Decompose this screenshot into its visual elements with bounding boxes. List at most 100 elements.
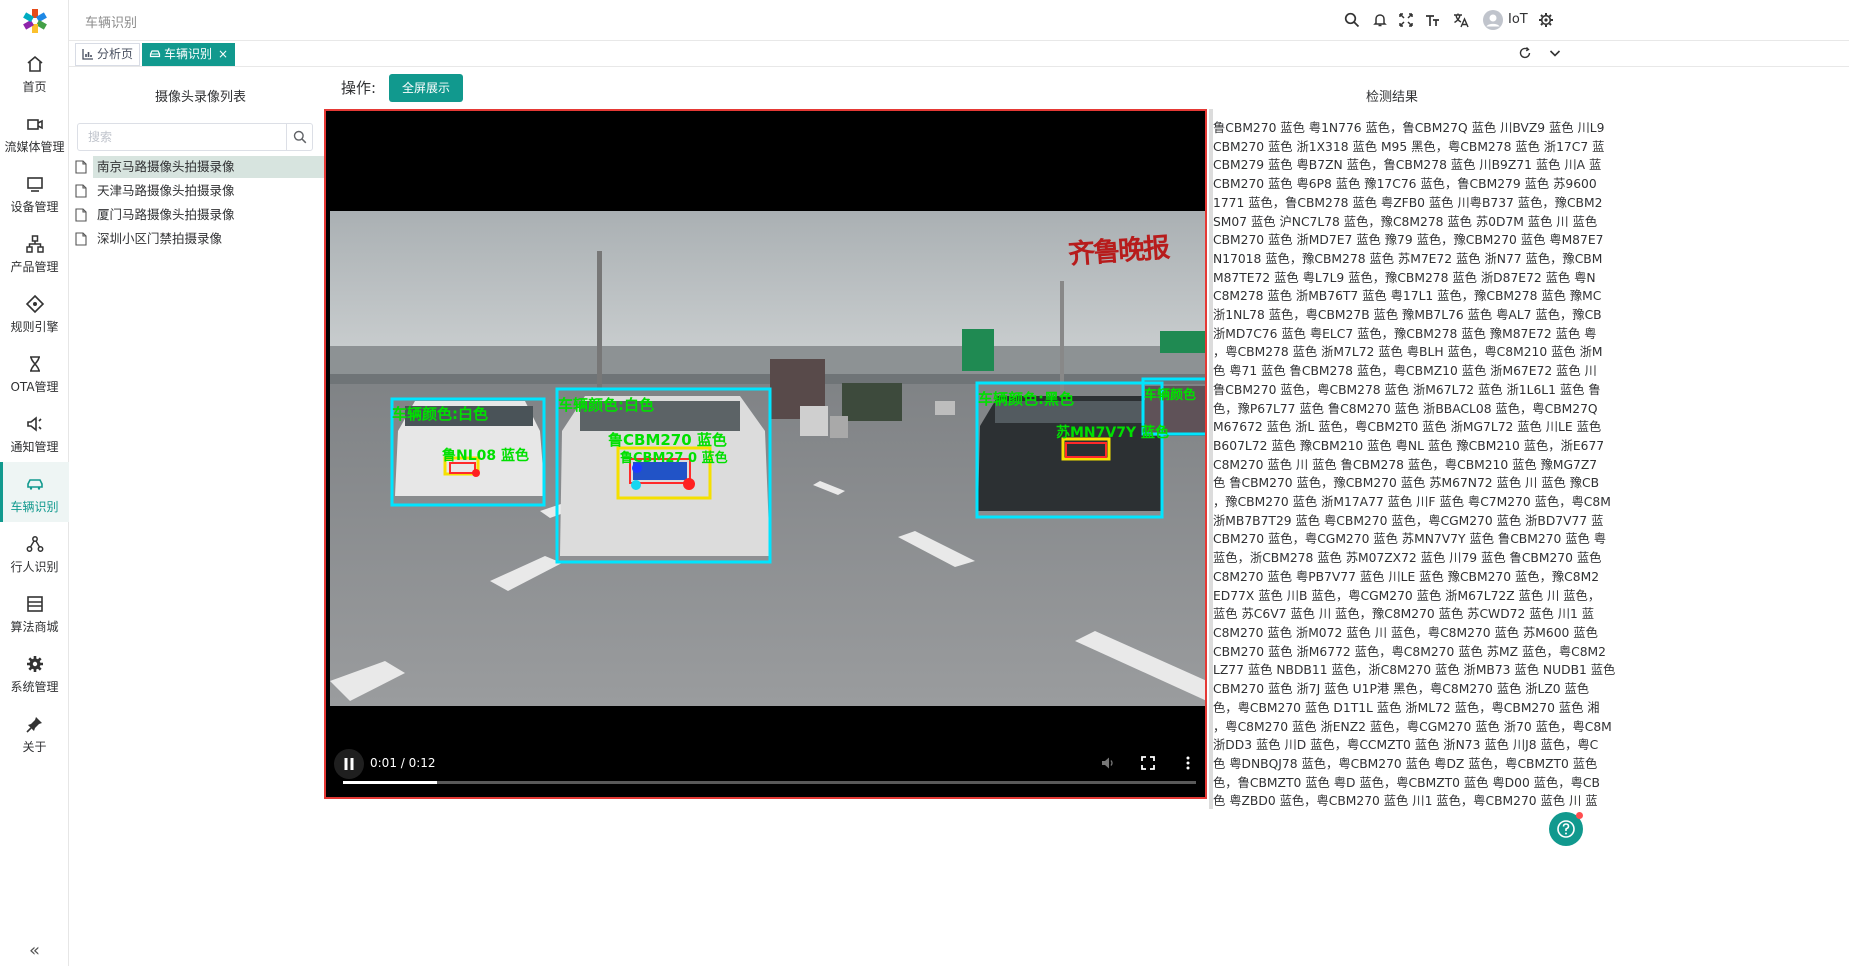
- sidebar-item-notifications[interactable]: 通知管理: [0, 402, 69, 462]
- result-line: N17018 蓝色，豫CBM278 蓝色 苏M7E72 蓝色 浙N77 蓝色，豫…: [1213, 251, 1603, 266]
- result-line: SM07 蓝色 沪NC7L78 蓝色，豫C8M278 蓝色 苏0D7M 蓝色 川…: [1213, 214, 1598, 229]
- sidebar-item-streaming[interactable]: 流媒体管理: [0, 102, 69, 162]
- detection-results-text: 鲁CBM270 蓝色 粤1N776 蓝色，鲁CBM27Q 蓝色 川BVZ9 蓝色…: [1213, 119, 1849, 966]
- mute-icon[interactable]: [1100, 755, 1116, 771]
- results-title: 检测结果: [1366, 90, 1419, 105]
- fullscreen-icon[interactable]: [1140, 755, 1156, 771]
- result-line: 色 鲁CBM270 蓝色，豫CBM270 蓝色 苏M67N72 蓝色 川 蓝色 …: [1213, 476, 1600, 491]
- user-name[interactable]: IoT: [1508, 12, 1528, 27]
- search-field: [77, 123, 313, 151]
- result-line: B607L72 蓝色 豫CBM210 蓝色 粤NL 蓝色 豫CBM210 蓝色，…: [1213, 438, 1605, 453]
- sidebar-item-devices[interactable]: 设备管理: [0, 162, 69, 222]
- result-line: CBM270 蓝色 浙1X318 蓝色 M95 黑色，粤CBM278 蓝色 浙1…: [1213, 139, 1605, 154]
- gear-icon: [26, 656, 43, 672]
- search-button[interactable]: [286, 124, 312, 150]
- result-line: ，豫CBM270 蓝色 浙M17A77 蓝色 川F 蓝色 粤C7M270 蓝色，…: [1213, 495, 1611, 510]
- sidebar-item-label: 算法商城: [10, 620, 59, 634]
- share-icon: [26, 536, 43, 552]
- detection-plate: 鲁CBM27 0 蓝色: [620, 451, 728, 466]
- file-item[interactable]: 厦门马路摄像头拍摄录像: [73, 204, 323, 226]
- sidebar-item-rules[interactable]: 规则引擎: [0, 282, 69, 342]
- detection-plate: 鲁NL08 蓝色: [442, 448, 529, 464]
- file-item-label: 深圳小区门禁拍摄录像: [97, 231, 223, 246]
- camera-icon: [26, 119, 43, 130]
- result-line: 鲁CBM270 蓝色，粤CBM278 蓝色 浙M67L72 蓝色 浙1L6L1 …: [1213, 382, 1601, 397]
- avatar[interactable]: [1483, 10, 1503, 30]
- help-button[interactable]: [1549, 812, 1583, 846]
- home-icon: [26, 55, 43, 72]
- sidebar-item-ota[interactable]: OTA管理: [0, 342, 69, 402]
- result-line: M87TE72 蓝色 粤L7L9 蓝色，豫CBM278 蓝色 浙D87E72 蓝…: [1213, 270, 1596, 285]
- result-line: CBM279 蓝色 粤B7ZN 蓝色，鲁CBM278 蓝色 川B9Z71 蓝色 …: [1213, 158, 1602, 173]
- fullscreen-icon[interactable]: [1398, 12, 1414, 28]
- sidebar-item-products[interactable]: 产品管理: [0, 222, 69, 282]
- video-controls: 0:01 / 0:12: [326, 737, 1205, 797]
- tab-analysis[interactable]: 分析页: [75, 43, 141, 66]
- file-item[interactable]: 深圳小区门禁拍摄录像: [73, 228, 323, 250]
- file-item[interactable]: 南京马路摄像头拍摄录像: [73, 156, 325, 178]
- translate-icon[interactable]: [1453, 12, 1469, 28]
- result-line: 鲁CBM270 蓝色 粤1N776 蓝色，鲁CBM27Q 蓝色 川BVZ9 蓝色…: [1213, 121, 1605, 135]
- result-line: 色 粤ZBD0 蓝色，粤CBM270 蓝色 川1 蓝色，粤CBM270 蓝色 川…: [1213, 794, 1598, 809]
- sidebar-collapse-button[interactable]: «: [0, 935, 69, 966]
- monitor-icon: [26, 177, 43, 192]
- font-size-icon[interactable]: [1425, 12, 1441, 28]
- main-content: 摄像头录像列表 南京马路摄像头拍摄录像 天津马路摄像头拍摄录像 厦门马路摄像头拍…: [69, 67, 1849, 966]
- file-icon: [75, 232, 87, 246]
- result-line: C8M278 蓝色 浙MB76T7 蓝色 粤17L1 蓝色，豫CBM278 蓝色…: [1213, 289, 1602, 304]
- double-chevron-left-icon: «: [28, 940, 40, 961]
- settings-icon[interactable]: [1538, 12, 1554, 28]
- chevron-down-icon[interactable]: [1548, 46, 1562, 60]
- result-line: 1771 蓝色，鲁CBM278 蓝色 粤ZFB0 蓝色 川粤B737 蓝色，豫C…: [1213, 195, 1603, 210]
- tab-vehicle-recognition[interactable]: 车辆识别 ×: [142, 43, 236, 66]
- sidebar-item-label: 设备管理: [10, 200, 59, 214]
- result-line: 色，豫P67L77 蓝色 鲁C8M270 蓝色 浙BBACL08 蓝色，粤CBM…: [1213, 401, 1598, 416]
- sidebar-item-label: 首页: [22, 80, 47, 94]
- result-line: 色 粤DNBQJ78 蓝色，粤CBM270 蓝色 粤DZ 蓝色，粤CBMZT0 …: [1213, 756, 1598, 771]
- app-logo-icon[interactable]: [22, 8, 48, 34]
- result-line: C8M270 蓝色 川 蓝色 鲁CBM278 蓝色，粤CBM210 蓝色 豫MG…: [1213, 457, 1598, 472]
- top-bar: 车辆识别 IoT: [69, 0, 1849, 41]
- hourglass-icon: [29, 356, 40, 372]
- result-line: 色，粤CBM270 蓝色 D1T1L 蓝色 浙ML72 蓝色，粤CBM270 蓝…: [1213, 700, 1600, 715]
- pause-button[interactable]: [334, 749, 364, 779]
- sidebar: 首页 流媒体管理 设备管理 产品管理 规则引擎 OTA管理 通知管理 车辆识别 …: [0, 0, 69, 966]
- chart-icon: [82, 49, 93, 60]
- detection-label: 车辆颜色:白色: [392, 405, 488, 423]
- bell-icon[interactable]: [1372, 12, 1388, 28]
- result-line: 浙MD7C76 蓝色 粤ELC7 蓝色，豫CBM278 蓝色 豫M87E72 蓝…: [1213, 326, 1597, 341]
- detection-label: 车辆颜色:黑色: [978, 390, 1074, 408]
- sidebar-item-vehicle-recognition[interactable]: 车辆识别: [0, 462, 69, 522]
- result-line: LZ77 蓝色 NBDB11 蓝色，浙C8M270 蓝色 浙MB73 蓝色 NU…: [1213, 663, 1616, 678]
- sidebar-item-system[interactable]: 系统管理: [0, 642, 69, 702]
- sidebar-item-label: 系统管理: [10, 680, 59, 694]
- more-options-icon[interactable]: [1180, 755, 1196, 771]
- refresh-icon[interactable]: [1518, 46, 1532, 60]
- result-line: C8M270 蓝色 粤PB7V77 蓝色 川LE 蓝色 豫CBM270 蓝色，豫…: [1213, 569, 1600, 584]
- video-player[interactable]: 齐鲁晚报 车辆颜色:白色 鲁NL08 蓝色 车辆颜色:白色 鲁CBM270 蓝色…: [324, 109, 1207, 799]
- sidebar-item-algorithm-store[interactable]: 算法商城: [0, 582, 69, 642]
- detection-label: 车辆颜色:白色: [558, 396, 654, 414]
- video-progress-bar[interactable]: [343, 781, 1196, 784]
- result-line: ED77X 蓝色 川B 蓝色，粤CGM270 蓝色 浙M67L72Z 蓝色 川 …: [1213, 588, 1601, 603]
- car-icon: [26, 479, 43, 490]
- help-icon: [1557, 820, 1575, 838]
- file-item[interactable]: 天津马路摄像头拍摄录像: [73, 180, 323, 202]
- sidebar-item-about[interactable]: 关于: [0, 702, 69, 762]
- speaker-icon: [26, 416, 42, 432]
- result-line: C8M270 蓝色 浙M072 蓝色 川 蓝色，粤C8M270 蓝色 苏M600…: [1213, 625, 1598, 640]
- file-item-label: 厦门马路摄像头拍摄录像: [97, 207, 235, 222]
- sidebar-item-label: 通知管理: [10, 440, 59, 454]
- sidebar-item-pedestrian-recognition[interactable]: 行人识别: [0, 522, 69, 582]
- sidebar-item-label: 流媒体管理: [4, 140, 65, 154]
- search-icon[interactable]: [1344, 12, 1360, 28]
- result-line: 浙DD3 蓝色 川D 蓝色，粤CCMZT0 蓝色 浙N73 蓝色 川J8 蓝色，…: [1213, 738, 1599, 753]
- fullscreen-button[interactable]: 全屏展示: [389, 74, 463, 102]
- file-icon: [75, 208, 87, 222]
- tab-close-icon[interactable]: ×: [218, 47, 228, 61]
- search-input[interactable]: [78, 124, 288, 150]
- result-line: 色 粤71 蓝色 鲁CBM278 蓝色，粤CBMZ10 蓝色 浙M67E72 蓝…: [1213, 364, 1597, 379]
- result-line: M67672 蓝色 浙L 蓝色，粤CBM2T0 蓝色 浙MG7L72 蓝色 川L…: [1213, 420, 1602, 435]
- sidebar-item-home[interactable]: 首页: [0, 42, 69, 102]
- result-line: 色，鲁CBMZT0 蓝色 粤D 蓝色，粤CBMZT0 蓝色 粤D00 蓝色，粤C…: [1213, 775, 1600, 790]
